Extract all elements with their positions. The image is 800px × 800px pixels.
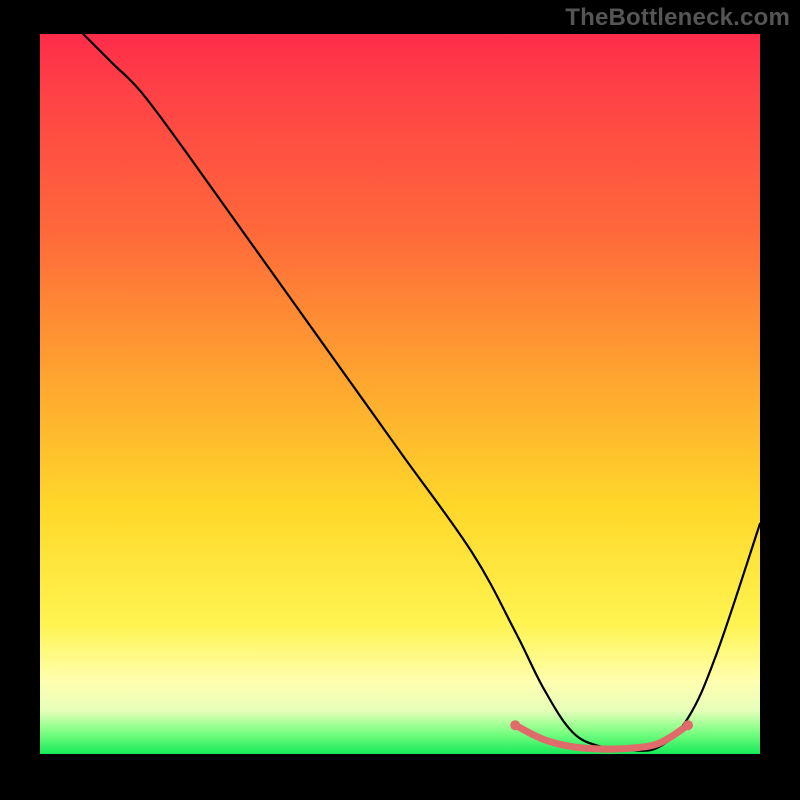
chart-canvas: TheBottleneck.com xyxy=(0,0,800,800)
highlight-endpoint-right xyxy=(683,720,693,730)
bottleneck-curve xyxy=(83,34,760,751)
highlight-valley-segment xyxy=(515,725,688,749)
curve-svg xyxy=(40,34,760,754)
highlight-endpoint-left xyxy=(510,720,520,730)
watermark-text: TheBottleneck.com xyxy=(565,4,790,32)
plot-area xyxy=(40,34,760,754)
